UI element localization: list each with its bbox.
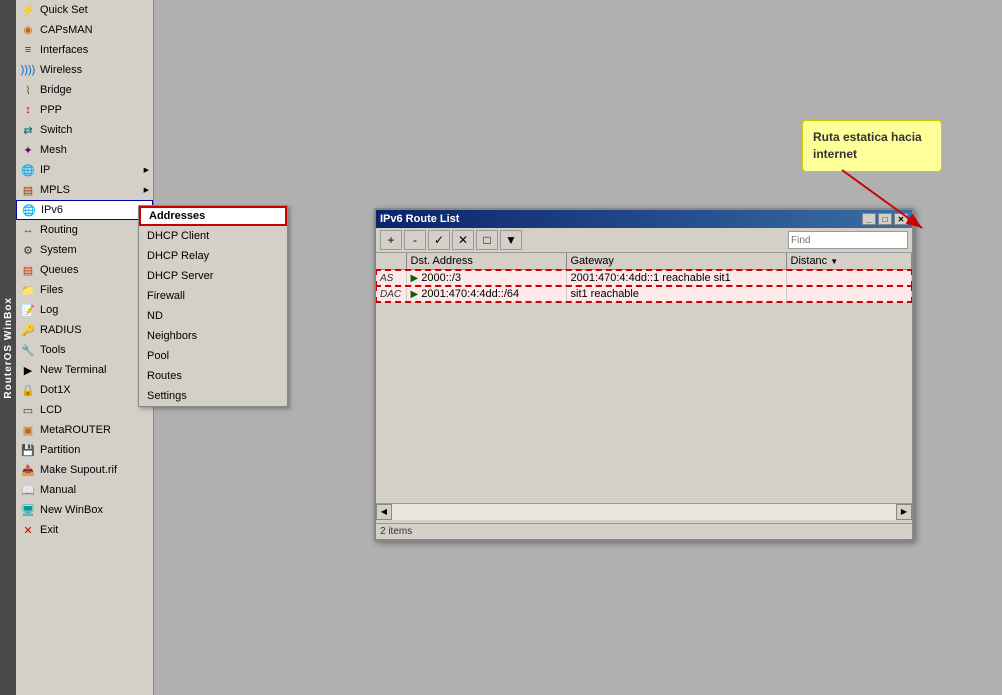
- sidebar-item-capsman[interactable]: ◉ CAPsMAN: [16, 20, 153, 40]
- submenu-item-nd[interactable]: ND: [139, 306, 287, 326]
- submenu-item-routes[interactable]: Routes: [139, 366, 287, 386]
- sidebar-item-routing[interactable]: ↔ Routing: [16, 220, 153, 240]
- submenu-item-addresses[interactable]: Addresses: [139, 206, 287, 226]
- submenu-item-dhcp-client[interactable]: DHCP Client: [139, 226, 287, 246]
- sidebar-item-log[interactable]: 📝 Log: [16, 300, 153, 320]
- sidebar-item-exit[interactable]: ✕ Exit: [16, 520, 153, 540]
- cross-button[interactable]: ✕: [452, 230, 474, 250]
- dot1x-icon: 🔒: [20, 382, 36, 398]
- metarouter-icon: ▣: [20, 422, 36, 438]
- row-type-dac: DAC: [376, 286, 406, 302]
- sidebar-item-manual[interactable]: 📖 Manual: [16, 480, 153, 500]
- table-wrapper: Dst. Address Gateway Distanc AS: [376, 253, 912, 523]
- sidebar-item-ppp[interactable]: ↕ PPP: [16, 100, 153, 120]
- log-icon: 📝: [20, 302, 36, 318]
- sidebar-item-system[interactable]: ⚙ System: [16, 240, 153, 260]
- col-header-gateway[interactable]: Gateway: [566, 253, 786, 270]
- remove-button[interactable]: -: [404, 230, 426, 250]
- quickset-icon: ⚡: [20, 2, 36, 18]
- callout-arrow: [832, 160, 952, 240]
- ipv6-submenu: Addresses DHCP Client DHCP Relay DHCP Se…: [138, 205, 288, 407]
- filter-button[interactable]: ▼: [500, 230, 522, 250]
- sidebar-item-switch[interactable]: ⇄ Switch: [16, 120, 153, 140]
- col-header-distance[interactable]: Distanc: [786, 253, 912, 270]
- sidebar-item-interfaces[interactable]: ≡ Interfaces: [16, 40, 153, 60]
- sidebar-item-mesh[interactable]: ✦ Mesh: [16, 140, 153, 160]
- row-gateway-as: 2001:470:4:4dd::1 reachable sit1: [566, 270, 786, 287]
- check-button[interactable]: ✓: [428, 230, 450, 250]
- submenu-item-firewall[interactable]: Firewall: [139, 286, 287, 306]
- tools-icon: 🔧: [20, 342, 36, 358]
- mpls-icon: ▤: [20, 182, 36, 198]
- sidebar-item-queues[interactable]: ▤ Queues: [16, 260, 153, 280]
- queues-icon: ▤: [20, 262, 36, 278]
- sidebar-item-dot1x[interactable]: 🔒 Dot1X: [16, 380, 153, 400]
- submenu-item-settings[interactable]: Settings: [139, 386, 287, 406]
- new-winbox-icon: 🖥: [20, 502, 36, 518]
- ppp-icon: ↕: [20, 102, 36, 118]
- sidebar-item-bridge[interactable]: ⌇ Bridge: [16, 80, 153, 100]
- sidebar: ⚡ Quick Set ◉ CAPsMAN ≡ Interfaces )))) …: [16, 0, 154, 695]
- sidebar-item-tools[interactable]: 🔧 Tools: [16, 340, 153, 360]
- files-icon: 📁: [20, 282, 36, 298]
- scroll-right-button[interactable]: ▶: [896, 504, 912, 520]
- row-dst-dac: ▶ 2001:470:4:4dd::/64: [406, 286, 566, 302]
- manual-icon: 📖: [20, 482, 36, 498]
- sidebar-item-metarouter[interactable]: ▣ MetaROUTER: [16, 420, 153, 440]
- partition-icon: 💾: [20, 442, 36, 458]
- submenu-item-dhcp-relay[interactable]: DHCP Relay: [139, 246, 287, 266]
- add-button[interactable]: +: [380, 230, 402, 250]
- sidebar-item-files[interactable]: 📁 Files: [16, 280, 153, 300]
- route-table: Dst. Address Gateway Distanc AS: [376, 253, 912, 302]
- submenu-item-pool[interactable]: Pool: [139, 346, 287, 366]
- switch-icon: ⇄: [20, 122, 36, 138]
- system-icon: ⚙: [20, 242, 36, 258]
- sidebar-item-radius[interactable]: 🔑 RADIUS: [16, 320, 153, 340]
- capsman-icon: ◉: [20, 22, 36, 38]
- sidebar-item-new-terminal[interactable]: ▶ New Terminal: [16, 360, 153, 380]
- interfaces-icon: ≡: [20, 42, 36, 58]
- row-distance-as: [786, 270, 912, 287]
- sidebar-item-mpls[interactable]: ▤ MPLS: [16, 180, 153, 200]
- exit-icon: ✕: [20, 522, 36, 538]
- scroll-track[interactable]: [392, 504, 896, 520]
- scrollbar-horizontal: ◀ ▶: [376, 503, 912, 519]
- sidebar-item-make-supout[interactable]: 📤 Make Supout.rif: [16, 460, 153, 480]
- app-vertical-label: RouterOS WinBox: [0, 0, 16, 695]
- table-row[interactable]: DAC ▶ 2001:470:4:4dd::/64 sit1 reachable: [376, 286, 912, 302]
- window-title: IPv6 Route List: [380, 213, 459, 225]
- sidebar-item-lcd[interactable]: ▭ LCD: [16, 400, 153, 420]
- wireless-icon: )))): [20, 62, 36, 78]
- window-status: 2 items: [376, 523, 912, 539]
- copy-button[interactable]: □: [476, 230, 498, 250]
- sidebar-item-partition[interactable]: 💾 Partition: [16, 440, 153, 460]
- row-distance-dac: [786, 286, 912, 302]
- sidebar-item-ipv6[interactable]: 🌐 IPv6: [16, 200, 153, 220]
- sidebar-item-quick-set[interactable]: ⚡ Quick Set: [16, 0, 153, 20]
- new-terminal-icon: ▶: [20, 362, 36, 378]
- bridge-icon: ⌇: [20, 82, 36, 98]
- radius-icon: 🔑: [20, 322, 36, 338]
- col-header-type[interactable]: [376, 253, 406, 270]
- lcd-icon: ▭: [20, 402, 36, 418]
- row-gateway-dac: sit1 reachable: [566, 286, 786, 302]
- table-inner: Dst. Address Gateway Distanc AS: [376, 253, 912, 503]
- sidebar-item-new-winbox[interactable]: 🖥 New WinBox: [16, 500, 153, 520]
- col-header-dst[interactable]: Dst. Address: [406, 253, 566, 270]
- submenu-item-dhcp-server[interactable]: DHCP Server: [139, 266, 287, 286]
- row-type-as: AS: [376, 270, 406, 287]
- sidebar-item-wireless[interactable]: )))) Wireless: [16, 60, 153, 80]
- table-row[interactable]: AS ▶ 2000::/3 2001:470:4:4dd::1 reachabl…: [376, 270, 912, 287]
- routing-icon: ↔: [20, 222, 36, 238]
- route-window: IPv6 Route List _ □ ✕ + - ✓ ✕ □ ▼: [374, 208, 914, 541]
- sidebar-item-ip[interactable]: 🌐 IP: [16, 160, 153, 180]
- table-header-row: Dst. Address Gateway Distanc: [376, 253, 912, 270]
- row-dst-as: ▶ 2000::/3: [406, 270, 566, 287]
- ipv6-icon: 🌐: [21, 202, 37, 218]
- supout-icon: 📤: [20, 462, 36, 478]
- mesh-icon: ✦: [20, 142, 36, 158]
- submenu-item-neighbors[interactable]: Neighbors: [139, 326, 287, 346]
- ip-icon: 🌐: [20, 162, 36, 178]
- scroll-left-button[interactable]: ◀: [376, 504, 392, 520]
